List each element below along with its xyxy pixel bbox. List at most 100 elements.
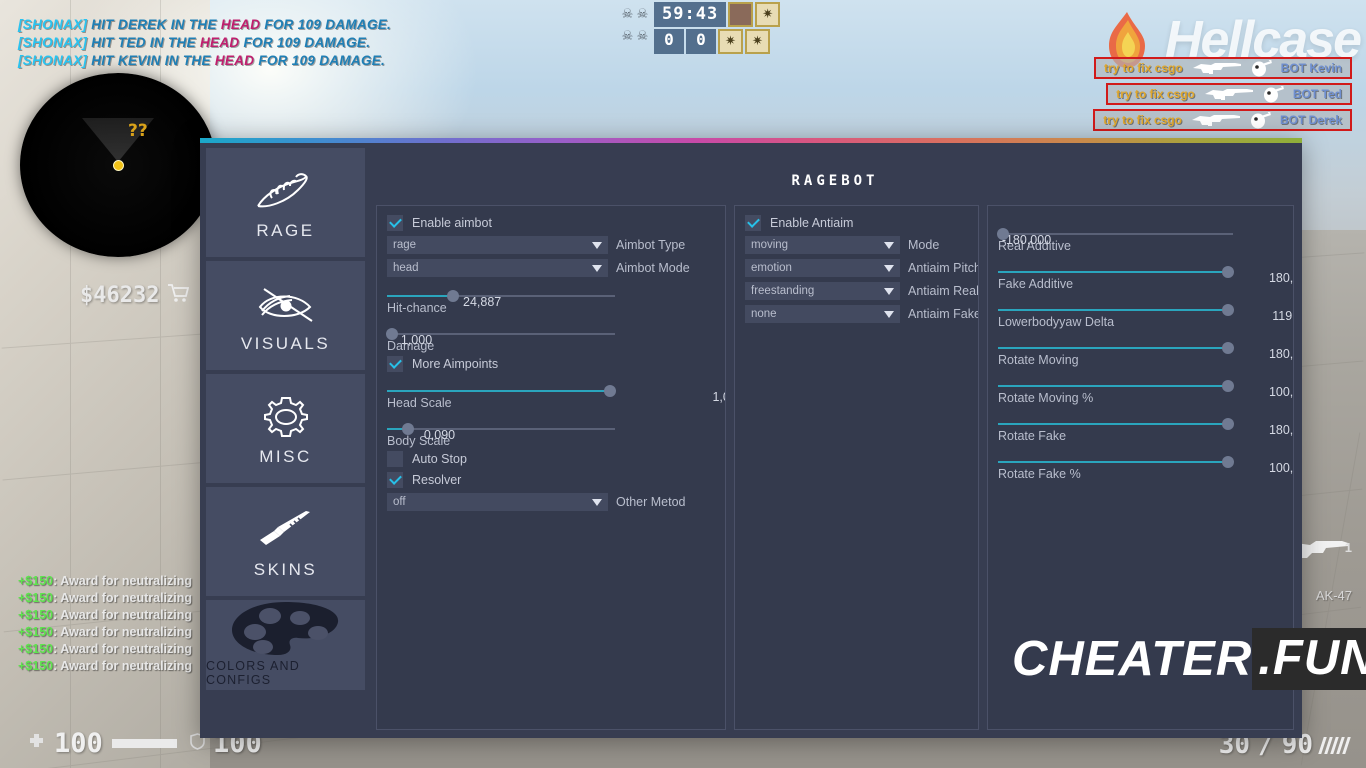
chat-player-name: [SHONAX] bbox=[18, 35, 88, 50]
hitchance-slider[interactable] bbox=[387, 290, 615, 302]
timer-row: 59:43 ✷ bbox=[654, 2, 781, 27]
sidebar-item-skins[interactable]: SKINS bbox=[206, 487, 365, 596]
killfeed: try to fix csgo BOT Kevin try to fix csg… bbox=[1093, 57, 1352, 131]
award-amount: +$150 bbox=[18, 625, 54, 639]
auto-stop-checkbox[interactable] bbox=[387, 451, 403, 467]
rotate-moving-slider-block: 180,000 Rotate Moving bbox=[998, 342, 1293, 367]
head-scale-slider[interactable] bbox=[387, 385, 617, 397]
round-hud: ☠ ☠ ☠ ☠ 59:43 ✷ 0 0 ✷ ✷ bbox=[620, 2, 781, 54]
body-scale-slider[interactable] bbox=[387, 423, 615, 435]
antiaim-pitch-row[interactable]: emotion Antiaim Pitch bbox=[745, 259, 978, 277]
real-additive-slider[interactable] bbox=[996, 228, 1233, 240]
enable-aimbot-row[interactable]: Enable aimbot bbox=[387, 215, 715, 231]
skull-icon: ☠ bbox=[621, 29, 634, 44]
chat-line: [SHONAX] HIT DEREK IN THE HEAD FOR 109 D… bbox=[18, 16, 488, 34]
killfeed-killer: try to fix csgo bbox=[1103, 61, 1183, 75]
killfeed-row: try to fix csgo BOT Ted bbox=[1106, 83, 1352, 105]
bullet-icons bbox=[1318, 736, 1351, 754]
aimbot-panel: Enable aimbot rage Aimbot Type head Aimb… bbox=[376, 205, 726, 730]
killfeed-victim: BOT Kevin bbox=[1280, 61, 1342, 75]
lowerbodyyaw-delta-value: 119,900 bbox=[1272, 309, 1293, 323]
antiaim-fake-label: Antiaim Fake bbox=[908, 307, 979, 321]
award-text: : Award for neutralizing bbox=[53, 659, 193, 673]
rotate-fake-pct-slider[interactable] bbox=[998, 456, 1235, 468]
chevron-down-icon bbox=[884, 310, 894, 318]
more-aimpoints-row[interactable]: More Aimpoints bbox=[387, 356, 715, 372]
aimbot-type-row[interactable]: rage Aimbot Type bbox=[387, 236, 715, 254]
aimbot-mode-value: head bbox=[393, 262, 419, 274]
antiaim-real-row[interactable]: freestanding Antiaim Real bbox=[745, 282, 978, 300]
rotate-fake-value: 180,000 bbox=[1268, 423, 1294, 437]
rotate-fake-slider[interactable] bbox=[998, 418, 1235, 430]
award-text: : Award for neutralizing bbox=[53, 574, 193, 588]
antiaim-fake-dropdown[interactable]: none bbox=[745, 305, 900, 323]
sidebar-item-colors-and-configs[interactable]: COLORS AND CONFIGS bbox=[206, 600, 365, 690]
chevron-down-icon bbox=[884, 241, 894, 249]
radar-player-dot bbox=[112, 159, 124, 171]
rotate-moving-pct-slider[interactable] bbox=[998, 380, 1235, 392]
damage-slider[interactable] bbox=[385, 328, 615, 340]
rotate-moving-pct-label: Rotate Moving % bbox=[998, 391, 1094, 405]
fake-additive-value: 180,000 bbox=[1268, 271, 1294, 285]
lowerbodyyaw-delta-slider-block: 119,900 Lowerbodyyaw Delta bbox=[998, 304, 1293, 329]
antiaim-fake-row[interactable]: none Antiaim Fake bbox=[745, 305, 978, 323]
fake-additive-slider-block: 180,000 Fake Additive bbox=[998, 266, 1293, 291]
rotate-moving-pct-slider-block: 100,000 Rotate Moving % bbox=[998, 380, 1293, 405]
auto-stop-row[interactable]: Auto Stop bbox=[387, 451, 715, 467]
antiaim-pitch-dropdown[interactable]: emotion bbox=[745, 259, 900, 277]
sidebar-item-visuals[interactable]: VISUALS bbox=[206, 261, 365, 370]
other-metod-label: Other Metod bbox=[616, 495, 686, 509]
chevron-down-icon bbox=[592, 498, 602, 506]
award-text: : Award for neutralizing bbox=[53, 642, 193, 656]
chat-line: [SHONAX] HIT TED IN THE HEAD FOR 109 DAM… bbox=[18, 34, 488, 52]
head-scale-slider-block: 1,000 Head Scale bbox=[387, 385, 725, 410]
sidebar-item-rage[interactable]: RAGE bbox=[206, 148, 365, 257]
sidebar-item-label: SKINS bbox=[253, 559, 318, 579]
aimbot-type-dropdown[interactable]: rage bbox=[387, 236, 608, 254]
aimbot-mode-dropdown[interactable]: head bbox=[387, 259, 608, 277]
resolver-row[interactable]: Resolver bbox=[387, 472, 715, 488]
ak47-icon bbox=[1203, 86, 1255, 102]
hitchance-slider-block: 24,887 Hit-chance bbox=[387, 290, 715, 315]
cheaterfun-part2: .FUN bbox=[1252, 628, 1366, 690]
skull-icon: ☠ bbox=[621, 7, 634, 22]
antiaim-real-value: freestanding bbox=[751, 285, 815, 297]
skull-icon: ☠ bbox=[636, 29, 649, 44]
chat-log: [SHONAX] HIT DEREK IN THE HEAD FOR 109 D… bbox=[18, 16, 488, 70]
enable-antiaim-checkbox[interactable] bbox=[745, 215, 761, 231]
other-metod-row[interactable]: off Other Metod bbox=[387, 493, 715, 511]
antiaim-mode-dropdown[interactable]: moving bbox=[745, 236, 900, 254]
headshot-icon bbox=[1263, 85, 1285, 103]
headshot-icon bbox=[1251, 59, 1273, 77]
rank-badge-icon: ✷ bbox=[718, 29, 743, 54]
sidebar-item-label: VISUALS bbox=[240, 333, 331, 353]
other-metod-dropdown[interactable]: off bbox=[387, 493, 608, 511]
award-line: +$150: Award for neutralizing bbox=[18, 658, 192, 675]
score-grid: 59:43 ✷ 0 0 ✷ ✷ bbox=[654, 2, 781, 54]
rotate-moving-slider[interactable] bbox=[998, 342, 1235, 354]
menu-sidebar: RAGE VISUALS MISC SKINS COLORS AND CONFI… bbox=[200, 143, 370, 738]
antiaim-fake-value: none bbox=[751, 308, 777, 320]
fake-additive-slider[interactable] bbox=[998, 266, 1235, 278]
resolver-checkbox[interactable] bbox=[387, 472, 403, 488]
rotate-moving-value: 180,000 bbox=[1268, 347, 1294, 361]
body-scale-value: 0,090 bbox=[423, 428, 456, 442]
enable-antiaim-row[interactable]: Enable Antiaim bbox=[745, 215, 968, 231]
enable-aimbot-checkbox[interactable] bbox=[387, 215, 403, 231]
eye-slash-icon bbox=[246, 278, 326, 330]
damage-value: 1,000 bbox=[400, 333, 433, 347]
antiaim-real-dropdown[interactable]: freestanding bbox=[745, 282, 900, 300]
real-additive-value: -180,000 bbox=[1001, 233, 1052, 247]
lowerbodyyaw-delta-slider[interactable] bbox=[998, 304, 1235, 316]
sidebar-item-label: COLORS AND CONFIGS bbox=[206, 659, 300, 687]
award-text: : Award for neutralizing bbox=[53, 608, 193, 622]
antiaim-mode-row[interactable]: moving Mode bbox=[745, 236, 968, 254]
sidebar-item-misc[interactable]: MISC bbox=[206, 374, 365, 483]
more-aimpoints-checkbox[interactable] bbox=[387, 356, 403, 372]
award-line: +$150: Award for neutralizing bbox=[18, 573, 192, 590]
aimbot-mode-row[interactable]: head Aimbot Mode bbox=[387, 259, 715, 277]
chat-player-name: [SHONAX] bbox=[18, 53, 88, 68]
health-bar bbox=[111, 739, 177, 748]
hitchance-value: 24,887 bbox=[462, 295, 502, 309]
shopping-cart-icon bbox=[167, 283, 190, 308]
